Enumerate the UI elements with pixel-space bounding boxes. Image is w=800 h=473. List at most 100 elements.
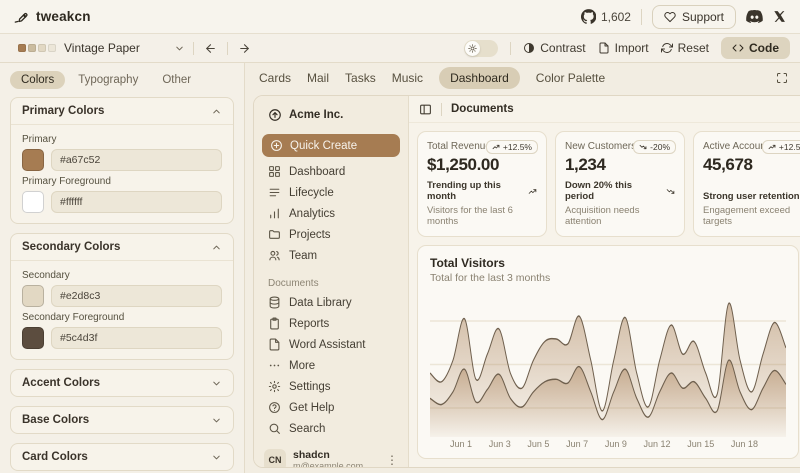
gear-icon: [268, 380, 281, 393]
sidebar-item-label: Projects: [289, 229, 331, 241]
sidebar-item-team[interactable]: Team: [262, 245, 400, 266]
section-header-card-colors[interactable]: Card Colors: [11, 444, 233, 470]
redo-button[interactable]: [228, 40, 261, 57]
avatar: CN: [264, 449, 286, 468]
github-stars-link[interactable]: 1,602: [581, 9, 631, 24]
stat-card-active-accounts: Active Accounts +12.5% 45,678 Strong use…: [693, 131, 800, 237]
page-title: Documents: [451, 103, 514, 115]
dashboard-preview-frame: Acme Inc. Quick Create Dashboard Lifecyc…: [253, 95, 800, 468]
sidebar-item-search[interactable]: Search: [262, 418, 400, 439]
user-email: m@example.com: [293, 461, 379, 468]
sidebar-item-label: Team: [289, 250, 317, 262]
user-menu-ellipsis[interactable]: ⋮: [386, 453, 398, 467]
tab-typography[interactable]: Typography: [67, 71, 149, 89]
contrast-button[interactable]: Contrast: [523, 41, 585, 55]
preview-area: Cards Mail Tasks Music Dashboard Color P…: [245, 63, 800, 473]
primary-foreground-swatch[interactable]: [22, 191, 44, 213]
primary-color-swatch[interactable]: [22, 149, 44, 171]
quick-create-button[interactable]: Quick Create: [262, 134, 400, 157]
section-header-secondary-colors[interactable]: Secondary Colors: [11, 234, 233, 261]
sidebar-item-word-assistant[interactable]: Word Assistant: [262, 334, 400, 355]
org-switcher[interactable]: Acme Inc.: [262, 104, 400, 126]
secondary-color-swatch[interactable]: [22, 285, 44, 307]
theme-swatch: [28, 44, 36, 52]
chevron-down-icon: [211, 415, 222, 426]
primary-foreground-input[interactable]: [51, 191, 222, 213]
stat-footer-sub: Visitors for the last 6 months: [427, 205, 537, 227]
field-label: Secondary Foreground: [22, 312, 222, 323]
pen-logo-icon: [14, 9, 29, 24]
undo-button[interactable]: [194, 40, 227, 57]
stat-badge: +12.5%: [762, 140, 800, 154]
theme-mode-toggle[interactable]: [464, 40, 498, 57]
stats-row: Total Revenue +12.5% $1,250.00 Trending …: [417, 131, 800, 237]
section-header-primary-colors[interactable]: Primary Colors: [11, 98, 233, 125]
stat-value: 45,678: [703, 155, 800, 175]
dashboard-grid-icon: [268, 165, 281, 178]
trending-down-icon: [666, 187, 675, 196]
x-twitter-button[interactable]: [773, 10, 786, 23]
secondary-color-input[interactable]: [51, 285, 222, 307]
app-logo[interactable]: tweakcn: [14, 9, 91, 24]
section-header-base-colors[interactable]: Base Colors: [11, 407, 233, 433]
section-header-accent-colors[interactable]: Accent Colors: [11, 370, 233, 396]
chevron-down-icon: [174, 43, 185, 54]
sidebar-item-label: Analytics: [289, 208, 335, 220]
theme-swatch-strip: [18, 44, 56, 52]
arrow-right-icon: [238, 42, 251, 55]
reset-refresh-icon: [661, 42, 673, 54]
secondary-foreground-input[interactable]: [51, 327, 222, 349]
sidebar-item-data-library[interactable]: Data Library: [262, 292, 400, 313]
sidebar-item-more[interactable]: More: [262, 355, 400, 376]
reset-button[interactable]: Reset: [661, 41, 709, 55]
import-label: Import: [615, 41, 649, 55]
code-button[interactable]: Code: [721, 37, 790, 59]
field-label: Primary Foreground: [22, 176, 222, 187]
sidebar-item-label: Search: [289, 423, 325, 435]
section-primary-colors: Primary Colors Primary Primary Foregroun…: [10, 97, 234, 224]
preview-tab-tasks[interactable]: Tasks: [345, 71, 376, 85]
sidebar-item-dashboard[interactable]: Dashboard: [262, 161, 400, 182]
theme-name: Vintage Paper: [64, 41, 140, 55]
section-card-colors: Card Colors: [10, 443, 234, 471]
sidebar-toggle-button[interactable]: [419, 103, 432, 116]
theme-swatch: [18, 44, 26, 52]
sidebar-item-label: Settings: [289, 381, 331, 393]
theme-swatch: [38, 44, 46, 52]
preview-tab-music[interactable]: Music: [392, 71, 423, 85]
user-menu[interactable]: CN shadcn m@example.com ⋮: [262, 447, 400, 468]
sidebar-item-analytics[interactable]: Analytics: [262, 203, 400, 224]
user-name: shadcn: [293, 449, 379, 461]
dashboard-sidebar: Acme Inc. Quick Create Dashboard Lifecyc…: [254, 96, 409, 467]
stat-footer-main: Trending up this month: [427, 180, 537, 202]
sidebar-item-reports[interactable]: Reports: [262, 313, 400, 334]
sidebar-item-get-help[interactable]: Get Help: [262, 397, 400, 418]
preview-tab-mail[interactable]: Mail: [307, 71, 329, 85]
tab-colors[interactable]: Colors: [10, 71, 65, 89]
preview-tab-cards[interactable]: Cards: [259, 71, 291, 85]
x-axis-label: Jun 1: [450, 439, 472, 452]
sidebar-item-lifecycle[interactable]: Lifecycle: [262, 182, 400, 203]
tab-other[interactable]: Other: [151, 71, 202, 89]
bar-chart-icon: [268, 207, 281, 220]
sidebar-item-projects[interactable]: Projects: [262, 224, 400, 245]
sidebar-item-settings[interactable]: Settings: [262, 376, 400, 397]
editor-tabs: Colors Typography Other: [10, 71, 234, 89]
total-visitors-chart-card: Total Visitors Total for the last 3 mont…: [417, 245, 799, 459]
primary-color-input[interactable]: [51, 149, 222, 171]
theme-selector[interactable]: Vintage Paper: [10, 38, 193, 58]
sidebar-item-label: Lifecycle: [289, 187, 334, 199]
maximize-icon: [776, 72, 788, 84]
preview-tab-dashboard[interactable]: Dashboard: [439, 67, 520, 89]
import-button[interactable]: Import: [598, 41, 649, 55]
preview-tabs: Cards Mail Tasks Music Dashboard Color P…: [245, 63, 800, 93]
support-button[interactable]: Support: [652, 5, 736, 29]
preview-tab-color-palette[interactable]: Color Palette: [536, 71, 605, 85]
fullscreen-button[interactable]: [776, 72, 788, 84]
discord-button[interactable]: [746, 10, 763, 23]
x-axis-label: Jun 9: [605, 439, 627, 452]
trending-up-icon: [528, 187, 537, 196]
secondary-foreground-swatch[interactable]: [22, 327, 44, 349]
sidebar-group-documents: Documents: [268, 278, 394, 289]
reset-label: Reset: [678, 41, 709, 55]
